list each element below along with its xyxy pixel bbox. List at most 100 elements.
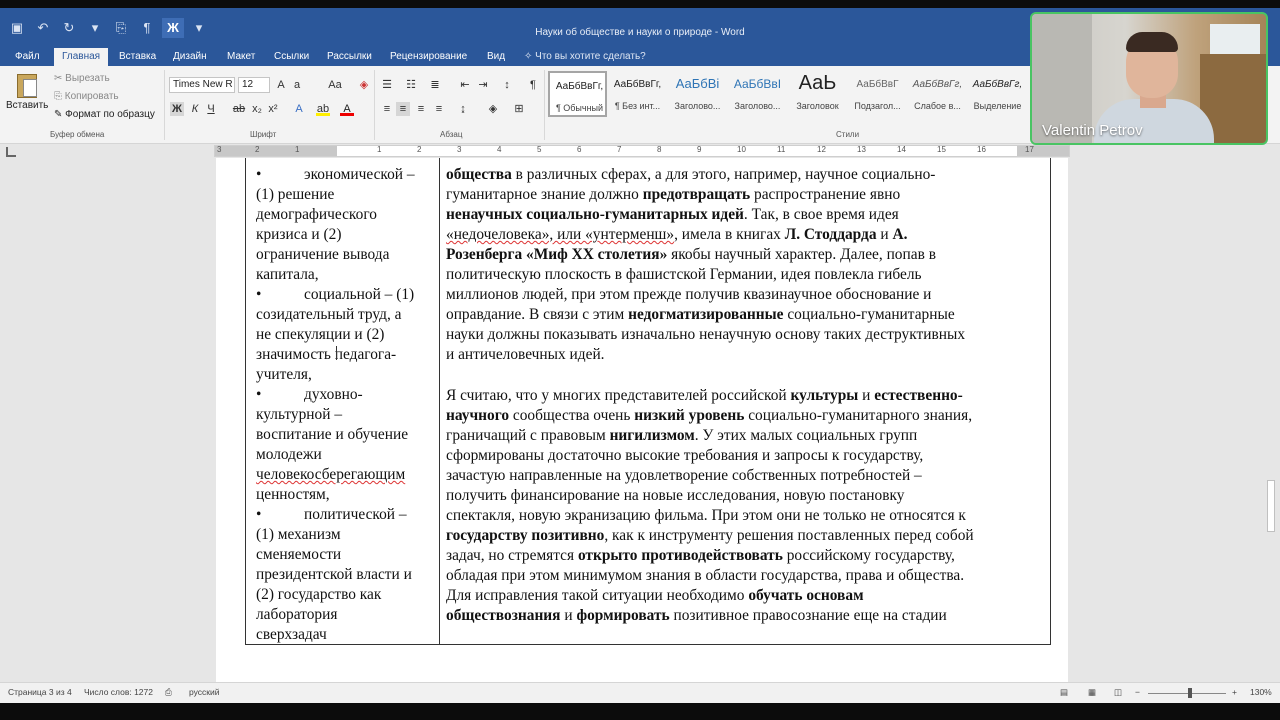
bold-icon[interactable]: Ж — [170, 102, 184, 116]
subscript-icon[interactable]: x₂ — [250, 102, 264, 116]
text-effects-icon[interactable]: A — [292, 102, 306, 116]
superscript-icon[interactable]: x² — [266, 102, 280, 116]
ruler-number: 2 — [255, 145, 260, 154]
text-line: Розенберга «Миф XX столетия» якобы научн… — [446, 245, 1044, 265]
content-table[interactable]: экономической – (1) решение демографическо… — [245, 158, 1051, 645]
vertical-scrollbar[interactable] — [1266, 144, 1276, 682]
bottom-strip — [0, 703, 1280, 720]
text-line: воспитание и обучение — [256, 425, 438, 445]
text-segment: в различных сферах, а для этого, наприме… — [511, 166, 936, 183]
text-line: значимость педагога- — [256, 345, 438, 365]
text-segment: якобы научный характер. Далее, попав в — [667, 246, 936, 263]
style-subtitle[interactable]: АаБбВвГ Подзагол... — [848, 71, 907, 117]
table-right-cell[interactable]: общества в различных сферах, а для этого… — [446, 165, 1044, 626]
ruler-number: 8 — [657, 145, 662, 154]
tab-review[interactable]: Рецензирование — [390, 48, 467, 66]
zoom-slider-thumb[interactable] — [1188, 688, 1192, 698]
font-color-icon[interactable]: A — [340, 102, 354, 116]
style-normal[interactable]: АаБбВвГг, ¶ Обычный — [548, 71, 607, 117]
italic-icon[interactable]: К — [188, 102, 202, 116]
cut-label: Вырезать — [65, 73, 110, 84]
read-mode-icon[interactable]: ▤ — [1060, 687, 1068, 698]
font-name-box[interactable]: Times New R — [169, 77, 235, 93]
style-no-spacing[interactable]: АаБбВвГг, ¶ Без инт... — [608, 71, 667, 117]
font-size-box[interactable]: 12 — [238, 77, 270, 93]
shrink-font-icon[interactable]: a — [290, 78, 304, 92]
align-center-icon[interactable]: ≡ — [396, 102, 410, 116]
increase-indent-icon[interactable]: ⇥ — [476, 78, 490, 92]
line-text: сменяемости — [256, 546, 342, 563]
zoom-in-icon[interactable]: + — [1232, 687, 1237, 697]
line-text: ценностям, — [256, 486, 330, 503]
scrollbar-thumb[interactable] — [1267, 480, 1275, 532]
bold-text: культуры — [790, 387, 859, 404]
page-count[interactable]: Страница 3 из 4 — [8, 687, 72, 697]
style-heading-2[interactable]: АаБбВвІ Заголово... — [728, 71, 787, 117]
underline-icon[interactable]: Ч — [204, 102, 218, 116]
line-spacing-icon[interactable]: ↨ — [456, 102, 470, 116]
copy-button[interactable]: ⎘ Копировать — [54, 89, 119, 105]
table-left-cell[interactable]: экономической – (1) решение демографическо… — [256, 165, 438, 645]
scissors-icon: ✂ — [54, 73, 66, 84]
line-text: воспитание и обучение — [256, 426, 409, 443]
style-title[interactable]: АаЬ Заголовок — [788, 71, 847, 117]
tell-me-text: Что вы хотите сделать? — [535, 51, 646, 62]
text-line: культурной – — [256, 405, 438, 425]
proofing-icon[interactable]: ⎙ — [165, 687, 172, 698]
zoom-slider[interactable] — [1148, 693, 1226, 694]
borders-icon[interactable]: ⊞ — [512, 102, 526, 116]
tab-view[interactable]: Вид — [487, 48, 505, 66]
line-text: (1) решение — [256, 186, 335, 203]
print-layout-icon[interactable]: ▦ — [1088, 687, 1096, 698]
tab-layout[interactable]: Макет — [227, 48, 255, 66]
document-page[interactable]: экономической – (1) решение демографическо… — [216, 158, 1068, 682]
tab-file[interactable]: Файл — [15, 48, 40, 66]
grow-font-icon[interactable]: A — [274, 78, 288, 92]
app-screen: ▣ ↶ ↻ ▾ ⎘ ¶ Ж ▾ Науки об обществе и наук… — [0, 0, 1280, 720]
tab-selector-icon[interactable] — [6, 147, 16, 157]
language[interactable]: русский — [189, 687, 220, 697]
style-heading-1[interactable]: АаБбВі Заголово... — [668, 71, 727, 117]
cut-button[interactable]: ✂ Вырезать — [54, 71, 110, 87]
web-layout-icon[interactable]: ◫ — [1114, 687, 1122, 698]
shading-icon[interactable]: ◈ — [486, 102, 500, 116]
text-segment: и — [560, 607, 577, 624]
paste-button[interactable]: Вставить — [6, 71, 48, 126]
zoom-out-icon[interactable]: − — [1135, 687, 1140, 697]
bullets-icon[interactable]: ☰ — [380, 78, 394, 92]
style-subtle-emphasis[interactable]: АаБбВвГг, Слабое в... — [908, 71, 967, 117]
format-painter-button[interactable]: ✎ Формат по образцу — [54, 107, 155, 123]
text-segment: задач, но стремятся — [446, 547, 578, 564]
zoom-level[interactable]: 130% — [1250, 687, 1272, 697]
change-case-icon[interactable]: Aa — [328, 78, 342, 92]
show-marks-icon[interactable]: ¶ — [526, 78, 540, 92]
line-text: духовно- — [304, 386, 363, 403]
strikethrough-icon[interactable]: ab — [232, 102, 246, 116]
text-line: научного сообщества очень низкий уровень… — [446, 406, 1044, 426]
tab-references[interactable]: Ссылки — [274, 48, 309, 66]
tab-home[interactable]: Главная — [54, 48, 109, 66]
clear-format-icon[interactable]: ◈ — [357, 78, 371, 92]
decrease-indent-icon[interactable]: ⇤ — [458, 78, 472, 92]
align-right-icon[interactable]: ≡ — [414, 102, 428, 116]
tab-design[interactable]: Дизайн — [173, 48, 207, 66]
tell-me-box[interactable]: ✧ Что вы хотите сделать? — [524, 48, 646, 66]
text-line: ценностям, — [256, 485, 438, 505]
numbering-icon[interactable]: ☷ — [404, 78, 418, 92]
tab-insert[interactable]: Вставка — [119, 48, 156, 66]
multilevel-list-icon[interactable]: ≣ — [428, 78, 442, 92]
align-left-icon[interactable]: ≡ — [380, 102, 394, 116]
style-emphasis[interactable]: АаБбВвГг, Выделение — [968, 71, 1027, 117]
justify-icon[interactable]: ≡ — [432, 102, 446, 116]
horizontal-ruler[interactable]: 3 2 1 1 2 3 4 5 6 7 8 9 10 11 12 13 14 15 16 17 — [214, 145, 1070, 157]
word-count[interactable]: Число слов: 1272 — [84, 687, 153, 697]
highlight-icon[interactable]: ab — [316, 102, 330, 116]
tab-mailings[interactable]: Рассылки — [327, 48, 372, 66]
sort-icon[interactable]: ↕ — [500, 78, 514, 92]
style-preview: АаБбВі — [675, 76, 720, 91]
text-line: (1) решение — [256, 185, 438, 205]
text-line: получить финансирование на новые исследо… — [446, 486, 1044, 506]
bold-text: Розенберга «Миф XX столетия» — [446, 246, 668, 263]
ruler-left-margin — [215, 146, 337, 156]
text-segment: . Так, в свое время идея — [743, 206, 899, 223]
